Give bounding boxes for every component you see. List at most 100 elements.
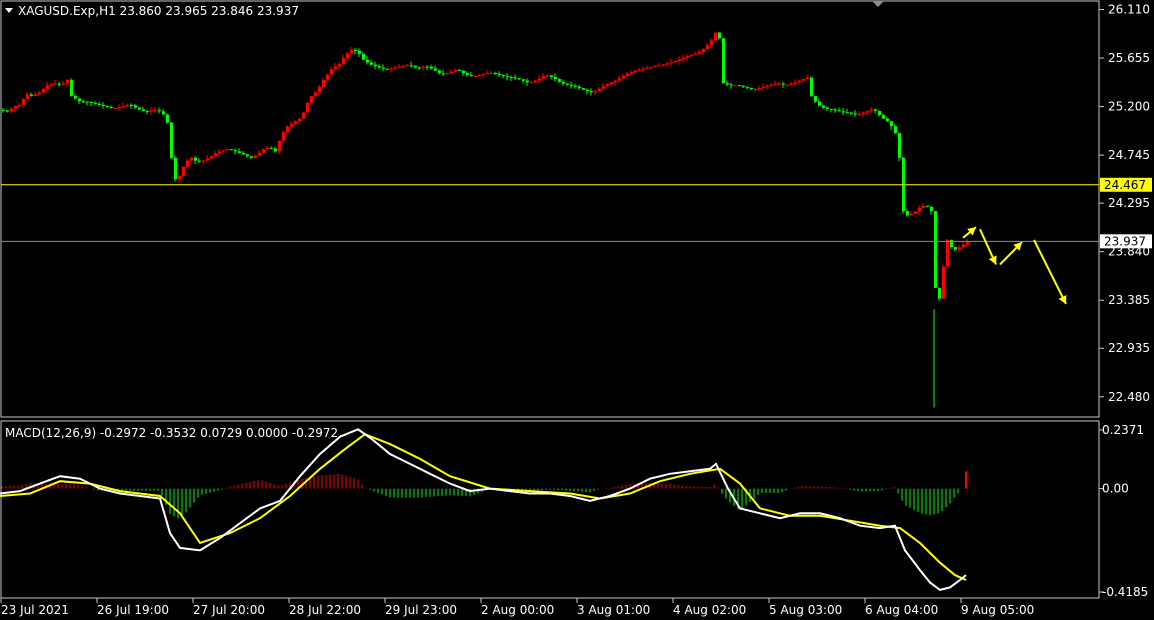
- candle-body: [462, 70, 465, 74]
- candle-body: [502, 75, 505, 77]
- candle-body: [22, 99, 25, 105]
- time-tick-label: 26 Jul 19:00: [97, 603, 169, 617]
- scroll-marker-icon[interactable]: [872, 1, 884, 7]
- candle-body: [606, 84, 609, 87]
- candle-body: [102, 104, 105, 107]
- candle-body: [734, 85, 737, 87]
- candle-body: [786, 84, 789, 86]
- candle-body: [298, 118, 301, 122]
- candle-body: [930, 206, 933, 212]
- candle-body: [410, 65, 413, 67]
- candle-body: [130, 104, 133, 106]
- candle-body: [826, 107, 829, 109]
- candle-body: [186, 160, 189, 167]
- candle-body: [702, 49, 705, 52]
- candles-layer: [2, 32, 969, 408]
- candle-body: [258, 152, 261, 156]
- candle-body: [598, 88, 601, 92]
- trading-chart: 26.11025.65525.20024.74524.29523.84023.3…: [0, 0, 1152, 617]
- time-tick-label: 6 Aug 04:00: [865, 603, 938, 617]
- candle-body: [722, 38, 725, 84]
- candle-body: [526, 80, 529, 83]
- candle-body: [86, 101, 89, 103]
- candle-body: [274, 148, 277, 152]
- candle-body: [98, 103, 101, 105]
- candle-body: [750, 87, 753, 89]
- candle-body: [394, 67, 397, 69]
- candle-body: [966, 242, 969, 245]
- candle-body: [730, 84, 733, 86]
- candle-body: [914, 211, 917, 214]
- candle-body: [190, 157, 193, 161]
- candle-body: [34, 94, 37, 96]
- current-price-label: 23.937: [1104, 234, 1146, 248]
- macd-panel-title: MACD(12,26,9) -0.2972 -0.3532 0.0729 0.0…: [5, 426, 338, 440]
- candle-body: [862, 112, 865, 115]
- candle-body: [6, 110, 9, 112]
- candle-body: [198, 160, 201, 162]
- candle-body: [614, 80, 617, 83]
- candle-body: [726, 83, 729, 85]
- forecast-arrows: [962, 226, 1067, 305]
- candle-body: [154, 110, 157, 112]
- candle-body: [938, 287, 941, 299]
- candle-body: [470, 75, 473, 77]
- time-tick-label: 29 Jul 23:00: [385, 603, 457, 617]
- candle-body: [954, 247, 957, 250]
- candle-body: [450, 71, 453, 73]
- candle-body: [266, 147, 269, 150]
- candle-body: [682, 57, 685, 60]
- candle-body: [518, 78, 521, 80]
- candle-body: [854, 113, 857, 115]
- candle-body: [534, 80, 537, 83]
- time-tick-label: 2 Aug 00:00: [481, 603, 554, 617]
- main-price-axis: 26.11025.65525.20024.74524.29523.84023.3…: [1099, 2, 1150, 404]
- candle-body: [578, 86, 581, 89]
- candle-body: [814, 95, 817, 102]
- candle-body: [562, 81, 565, 84]
- macd-main-line: [0, 428, 967, 591]
- candle-body: [314, 92, 317, 97]
- candle-body: [350, 50, 353, 54]
- candle-body: [906, 211, 909, 216]
- candle-body: [170, 122, 173, 158]
- candle-body: [686, 56, 689, 58]
- time-tick-label: 4 Aug 02:00: [673, 603, 746, 617]
- candle-body: [694, 53, 697, 55]
- candle-body: [370, 62, 373, 65]
- candle-body: [326, 74, 329, 80]
- symbol-dropdown-icon[interactable]: [5, 8, 13, 13]
- candle-body: [90, 102, 93, 104]
- candle-body: [162, 111, 165, 115]
- candle-body: [666, 63, 669, 65]
- candle-body: [506, 76, 509, 78]
- candle-body: [398, 66, 401, 68]
- candle-body: [110, 107, 113, 109]
- time-tick-label: 5 Aug 03:00: [769, 603, 842, 617]
- candle-body: [310, 96, 313, 103]
- candle-body: [202, 160, 205, 162]
- candle-body: [718, 32, 721, 39]
- candle-body: [94, 102, 97, 104]
- candle-body: [882, 115, 885, 119]
- candle-body: [670, 62, 673, 64]
- candle-body: [182, 166, 185, 176]
- candle-body: [678, 59, 681, 61]
- candle-body: [934, 211, 937, 288]
- candle-body: [602, 86, 605, 89]
- candle-body: [442, 73, 445, 75]
- candle-body: [358, 50, 361, 54]
- candle-body: [958, 247, 961, 250]
- candle-body: [846, 112, 849, 114]
- candle-body: [386, 68, 389, 70]
- candle-body: [630, 72, 633, 74]
- candle-body: [766, 85, 769, 87]
- candle-body: [594, 91, 597, 93]
- candle-body: [106, 106, 109, 108]
- candle-body: [942, 266, 945, 299]
- candle-body: [830, 108, 833, 110]
- macd-value-axis: 0.2371 0.00 -0.4185: [1099, 423, 1148, 599]
- candle-body: [674, 60, 677, 63]
- candle-body: [178, 175, 181, 180]
- candle-body: [514, 77, 517, 79]
